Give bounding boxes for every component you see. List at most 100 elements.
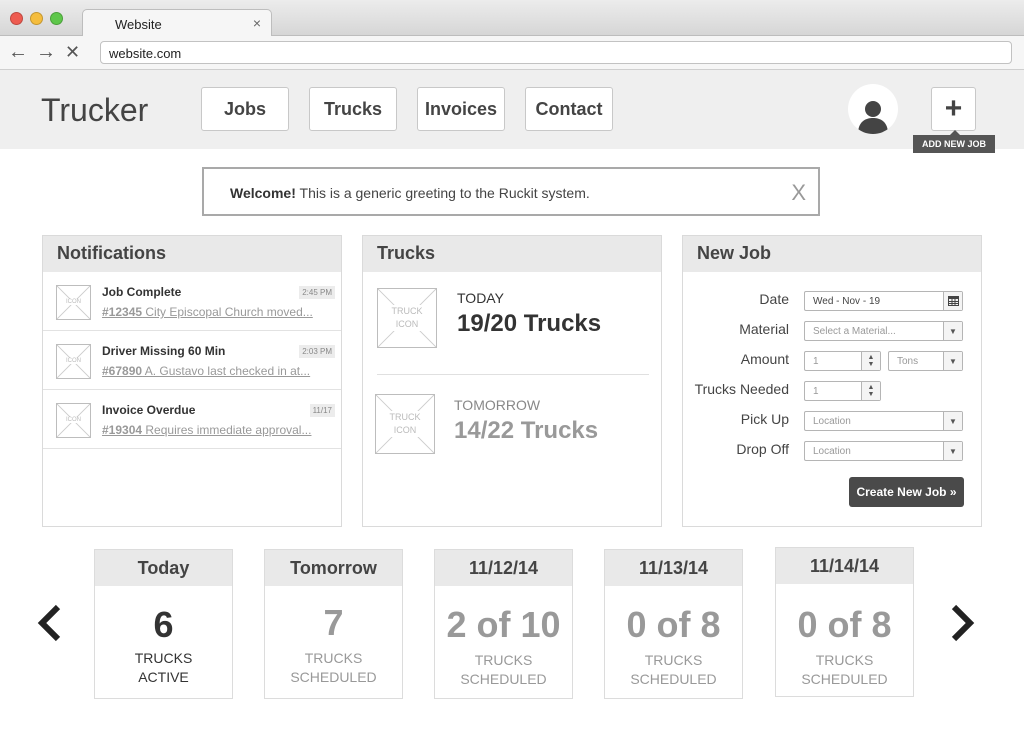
day-count: 7 bbox=[323, 602, 344, 643]
create-new-job-button[interactable]: Create New Job » bbox=[849, 477, 964, 507]
day-card-today[interactable]: Today 6 TRUCKS ACTIVE bbox=[94, 549, 233, 699]
day-caption-line: SCHEDULED bbox=[630, 671, 717, 687]
notification-placeholder-icon: ICON bbox=[56, 403, 91, 438]
notification-time: 2:03 PM bbox=[299, 345, 335, 358]
trucks-title: Trucks bbox=[363, 236, 661, 272]
nav-invoices-button[interactable]: Invoices bbox=[417, 87, 505, 131]
icon-label-line: ICON bbox=[376, 424, 434, 437]
drop-off-select[interactable]: Location ▼ bbox=[804, 441, 963, 461]
day-head: Tomorrow bbox=[265, 550, 402, 586]
notification-desc: City Episcopal Church moved... bbox=[142, 305, 313, 319]
stepper-arrows-icon[interactable]: ▲ ▼ bbox=[861, 352, 880, 370]
notification-time: 11/17 bbox=[309, 404, 335, 417]
new-job-title: New Job bbox=[683, 236, 981, 272]
carousel-prev-icon[interactable] bbox=[36, 603, 64, 652]
icon-label-line: ICON bbox=[378, 318, 436, 331]
date-input[interactable]: Wed - Nov - 19 bbox=[804, 291, 963, 311]
day-head: 11/12/14 bbox=[435, 550, 572, 586]
material-select[interactable]: Select a Material... ▼ bbox=[804, 321, 963, 341]
forward-arrow-icon[interactable]: → bbox=[36, 41, 56, 63]
day-count: 6 bbox=[153, 604, 174, 645]
welcome-text: This is a generic greeting to the Ruckit… bbox=[295, 185, 590, 201]
add-new-job-tooltip: ADD NEW JOB bbox=[913, 130, 995, 153]
day-card-tomorrow[interactable]: Tomorrow 7 TRUCKS SCHEDULED bbox=[264, 549, 403, 699]
day-count: 2 of 10 bbox=[446, 604, 561, 645]
icon-label: ICON bbox=[57, 358, 90, 364]
date-label: Date bbox=[759, 291, 789, 307]
day-caption-line: ACTIVE bbox=[138, 669, 189, 685]
calendar-icon[interactable] bbox=[943, 292, 962, 310]
day-caption-line: TRUCKS bbox=[304, 650, 363, 666]
trucks-needed-label: Trucks Needed bbox=[694, 381, 789, 397]
divider bbox=[377, 374, 649, 375]
browser-toolbar: ← → ✕ website.com bbox=[0, 36, 1024, 70]
pick-up-select[interactable]: Location ▼ bbox=[804, 411, 963, 431]
user-icon bbox=[858, 101, 888, 134]
trucks-needed-value: 1 bbox=[813, 386, 819, 397]
add-new-job-button[interactable]: + bbox=[931, 87, 976, 131]
maximize-window-button[interactable] bbox=[50, 12, 63, 25]
today-label: TODAY bbox=[457, 290, 504, 306]
notification-title: Driver Missing 60 Min bbox=[102, 344, 226, 358]
icon-label: ICON bbox=[57, 417, 90, 423]
tab-title: Website bbox=[115, 17, 162, 32]
tomorrow-count: 14/22 Trucks bbox=[454, 417, 599, 444]
address-bar[interactable]: website.com bbox=[100, 41, 1012, 64]
notification-item[interactable]: ICON Driver Missing 60 Min 2:03 PM #6789… bbox=[43, 331, 341, 390]
tab-close-icon[interactable]: × bbox=[253, 15, 261, 31]
user-avatar[interactable] bbox=[848, 84, 898, 134]
welcome-bold: Welcome! bbox=[230, 185, 296, 201]
icon-label: TRUCK ICON bbox=[378, 305, 436, 331]
job-ref: #67890 bbox=[102, 364, 143, 378]
today-count: 19/20 Trucks bbox=[457, 310, 602, 337]
trucks-needed-stepper[interactable]: 1 ▲ ▼ bbox=[804, 381, 881, 401]
notification-link[interactable]: #67890 A. Gustavo last checked in at... bbox=[102, 364, 327, 378]
stop-icon[interactable]: ✕ bbox=[65, 41, 80, 63]
job-ref: #12345 bbox=[102, 305, 143, 319]
tomorrow-label: TOMORROW bbox=[454, 397, 541, 413]
nav-jobs-button[interactable]: Jobs bbox=[201, 87, 289, 131]
app-logo[interactable]: Trucker bbox=[41, 92, 148, 129]
notification-title: Invoice Overdue bbox=[102, 403, 196, 417]
nav-trucks-button[interactable]: Trucks bbox=[309, 87, 397, 131]
notification-link[interactable]: #12345 City Episcopal Church moved... bbox=[102, 305, 327, 319]
unit-select[interactable]: Tons ▼ bbox=[888, 351, 963, 371]
app-header: Trucker Jobs Trucks Invoices Contact + A… bbox=[0, 70, 1024, 153]
chevron-down-icon: ▼ bbox=[943, 352, 962, 370]
close-window-button[interactable] bbox=[10, 12, 23, 25]
day-caption: TRUCKS ACTIVE bbox=[95, 649, 232, 687]
truck-placeholder-icon: TRUCK ICON bbox=[377, 288, 437, 348]
day-card[interactable]: 11/12/14 2 of 10 TRUCKS SCHEDULED bbox=[434, 549, 573, 699]
back-arrow-icon[interactable]: ← bbox=[8, 41, 28, 63]
stepper-arrows-icon[interactable]: ▲ ▼ bbox=[861, 382, 880, 400]
notification-item[interactable]: ICON Job Complete 2:45 PM #12345 City Ep… bbox=[43, 272, 341, 331]
notification-title: Job Complete bbox=[102, 285, 182, 299]
unit-value: Tons bbox=[897, 356, 919, 367]
notification-item[interactable]: ICON Invoice Overdue 11/17 #19304 Requir… bbox=[43, 390, 341, 449]
day-head: Today bbox=[95, 550, 232, 586]
close-banner-icon[interactable]: X bbox=[791, 180, 806, 206]
material-label: Material bbox=[739, 321, 789, 337]
icon-label-line: TRUCK bbox=[378, 305, 436, 318]
day-caption: TRUCKS SCHEDULED bbox=[265, 649, 402, 687]
notification-desc: A. Gustavo last checked in at... bbox=[142, 364, 311, 378]
browser-titlebar: Website × bbox=[0, 0, 1024, 37]
minimize-window-button[interactable] bbox=[30, 12, 43, 25]
nav-contact-button[interactable]: Contact bbox=[525, 87, 613, 131]
plus-icon: + bbox=[944, 92, 963, 125]
truck-placeholder-icon: TRUCK ICON bbox=[375, 394, 435, 454]
pick-up-label: Pick Up bbox=[740, 411, 789, 427]
notification-link[interactable]: #19304 Requires immediate approval... bbox=[102, 423, 327, 437]
day-caption-line: TRUCKS bbox=[644, 652, 703, 668]
notifications-title: Notifications bbox=[43, 236, 341, 272]
day-card[interactable]: 11/14/14 0 of 8 TRUCKS SCHEDULED bbox=[775, 547, 914, 697]
icon-label: ICON bbox=[57, 299, 90, 305]
day-count: 0 of 8 bbox=[626, 604, 721, 645]
carousel-next-icon[interactable] bbox=[948, 603, 976, 652]
amount-stepper[interactable]: 1 ▲ ▼ bbox=[804, 351, 881, 371]
day-count: 0 of 8 bbox=[797, 604, 892, 645]
browser-tab[interactable]: Website × bbox=[82, 9, 272, 37]
day-card[interactable]: 11/13/14 0 of 8 TRUCKS SCHEDULED bbox=[604, 549, 743, 699]
icon-label: TRUCK ICON bbox=[376, 411, 434, 437]
drop-off-placeholder: Location bbox=[813, 446, 851, 457]
